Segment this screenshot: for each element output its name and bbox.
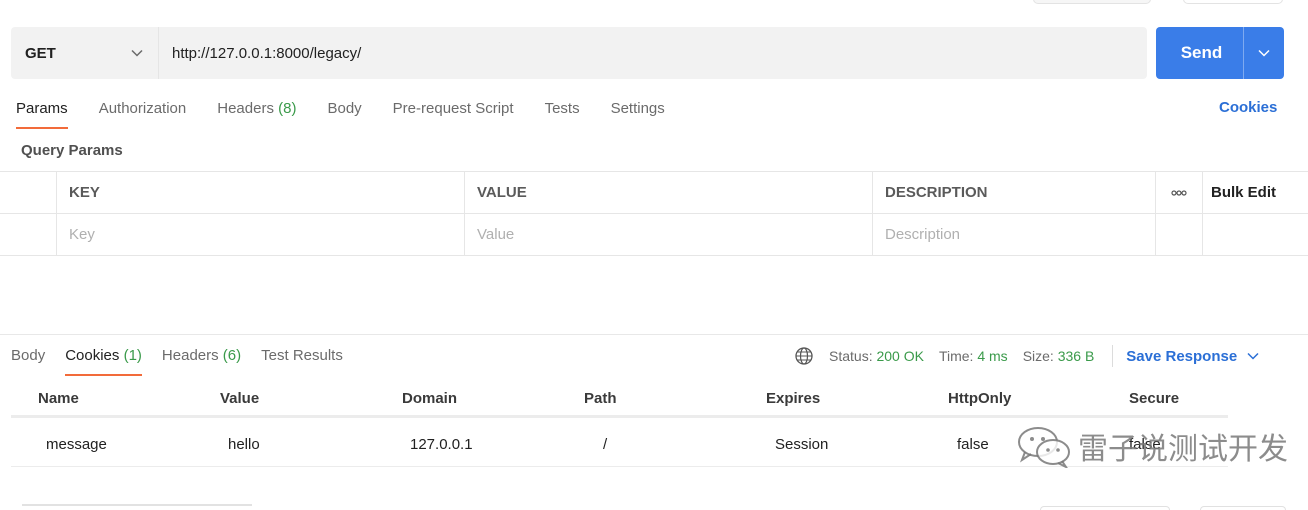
status-divider [1112,345,1114,367]
empty-cell [1203,214,1308,255]
bulk-edit-button[interactable]: Bulk Edit [1203,172,1308,213]
cookie-path-cell: / [603,436,608,453]
chevron-down-icon [1247,352,1259,360]
column-header-value: VALUE [465,172,873,213]
chevron-down-icon [130,46,144,60]
tab-label: Test Results [261,347,343,364]
tab-label: Params [16,100,68,117]
cookie-name-cell: message [46,436,107,453]
cookies-link[interactable]: Cookies [1219,99,1277,116]
checkbox-column [0,172,57,213]
send-label: Send [1180,43,1223,62]
tab-label: Headers [217,100,274,117]
description-input[interactable]: Description [873,214,1156,255]
tab-response-body[interactable]: Body [11,345,45,377]
column-header-key: KEY [57,172,465,213]
status-value: 200 OK [876,348,924,364]
url-fragment [22,504,252,510]
url-input[interactable]: http://127.0.0.1:8000/legacy/ [159,45,361,62]
wechat-icon [1016,424,1072,470]
query-params-table: KEY VALUE DESCRIPTION Bulk Edit Key Valu… [0,171,1308,256]
globe-icon[interactable] [794,346,814,366]
tab-params[interactable]: Params [16,98,68,130]
tab-headers[interactable]: Headers (8) [217,98,296,130]
save-response-button[interactable]: Save Response [1126,348,1259,365]
time-value: 4 ms [977,348,1008,364]
table-header-row: KEY VALUE DESCRIPTION Bulk Edit [0,172,1308,214]
column-header-httponly: HttpOnly [948,390,1012,407]
chevron-down-icon[interactable] [1244,49,1284,57]
tab-authorization[interactable]: Authorization [99,98,187,130]
watermark-text: 雷子说测试开发 [1078,432,1288,467]
bottom-toolbar-remnant [0,502,1308,510]
tab-label: Headers [161,347,219,364]
method-select[interactable]: GET [11,27,159,79]
toolbar-button-fragment[interactable] [1040,506,1170,510]
cookies-table-header: Name Value Domain Path Expires HttpOnly … [11,390,1228,418]
tab-test-results[interactable]: Test Results [261,345,343,377]
row-checkbox-cell [0,214,57,255]
send-button[interactable]: Send [1156,27,1284,79]
column-header-name: Name [38,390,79,407]
request-bar: GET http://127.0.0.1:8000/legacy/ [11,27,1147,79]
tab-settings[interactable]: Settings [611,98,665,130]
toolbar-button-fragment[interactable] [1183,0,1283,4]
toolbar-button-fragment[interactable] [1200,506,1286,510]
tab-tests[interactable]: Tests [545,98,580,130]
empty-cell [1156,214,1203,255]
key-input[interactable]: Key [57,214,465,255]
tab-body[interactable]: Body [327,98,361,130]
tab-label: Authorization [98,100,187,117]
column-header-path: Path [584,390,617,407]
tab-response-cookies[interactable]: Cookies (1) [65,345,142,377]
top-toolbar-remnant [0,0,1308,16]
size-value: 336 B [1057,348,1095,364]
size-text[interactable]: Size: 336 B [1023,348,1095,364]
tab-label: Body [11,347,46,364]
time-text[interactable]: Time: 4 ms [939,348,1008,364]
cookie-value-cell: hello [228,436,260,453]
tab-label: Settings [610,100,665,117]
time-label: Time: [938,348,974,364]
column-header-secure: Secure [1129,390,1180,407]
save-response-label: Save Response [1126,347,1238,365]
tab-response-headers[interactable]: Headers (6) [162,345,241,377]
tab-count: (8) [278,100,297,117]
tab-count: (6) [222,347,242,364]
tab-count: (1) [123,347,142,364]
table-row: Key Value Description [0,214,1308,256]
column-header-expires: Expires [766,390,821,407]
cookie-expires-cell: Session [775,436,829,453]
value-input[interactable]: Value [465,214,873,255]
method-label: GET [25,44,56,62]
pane-divider[interactable] [0,334,1308,335]
request-tabs: Params Authorization Headers (8) Body Pr… [16,98,696,130]
column-header-domain: Domain [402,390,458,407]
tab-label: Cookies [65,347,120,364]
query-params-title: Query Params [21,142,123,159]
more-options-icon[interactable] [1156,172,1203,213]
tab-pre-request-script[interactable]: Pre-request Script [393,98,514,130]
tab-label: Tests [544,100,580,117]
response-status-bar: Status: 200 OK Time: 4 ms Size: 336 B Sa… [794,345,1259,367]
watermark: 雷子说测试开发 [1016,424,1288,470]
size-label: Size: [1022,348,1054,364]
column-header-description: DESCRIPTION [873,172,1156,213]
response-tabs: Body Cookies (1) Headers (6) Test Result… [11,345,363,377]
status-text[interactable]: Status: 200 OK [829,348,924,364]
tab-label: Body [327,100,362,117]
tab-label: Pre-request Script [392,100,514,117]
status-label: Status: [829,348,873,364]
cookie-domain-cell: 127.0.0.1 [410,436,473,453]
column-header-value: Value [220,390,260,407]
toolbar-button-fragment[interactable] [1033,0,1151,4]
